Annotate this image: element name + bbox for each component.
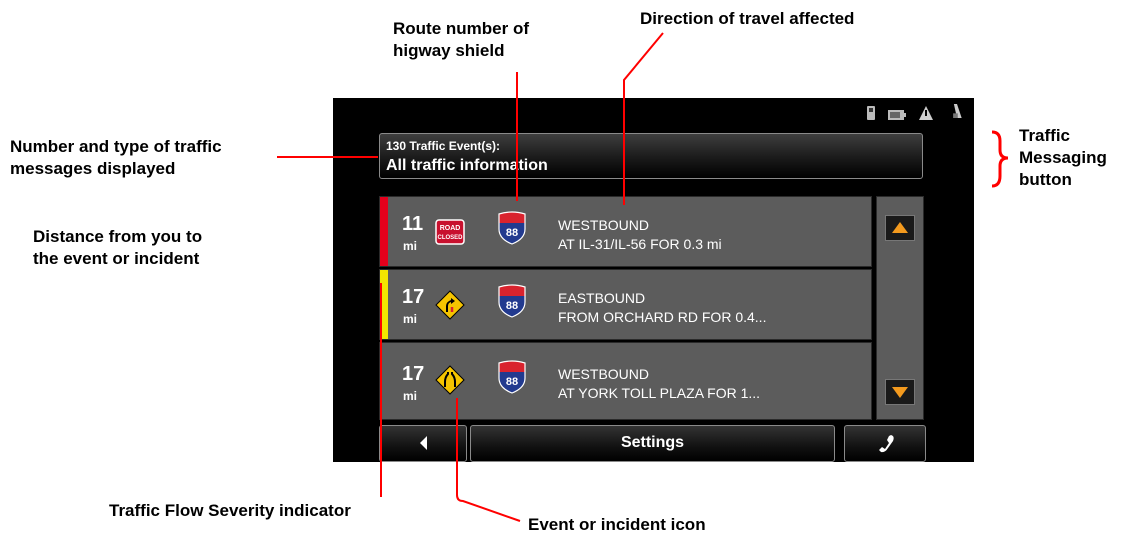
traffic-button-brace: [991, 130, 1009, 188]
callout-lines: [277, 32, 1009, 522]
leader-event-icon: [456, 398, 521, 522]
leader-direction: [623, 32, 664, 205]
